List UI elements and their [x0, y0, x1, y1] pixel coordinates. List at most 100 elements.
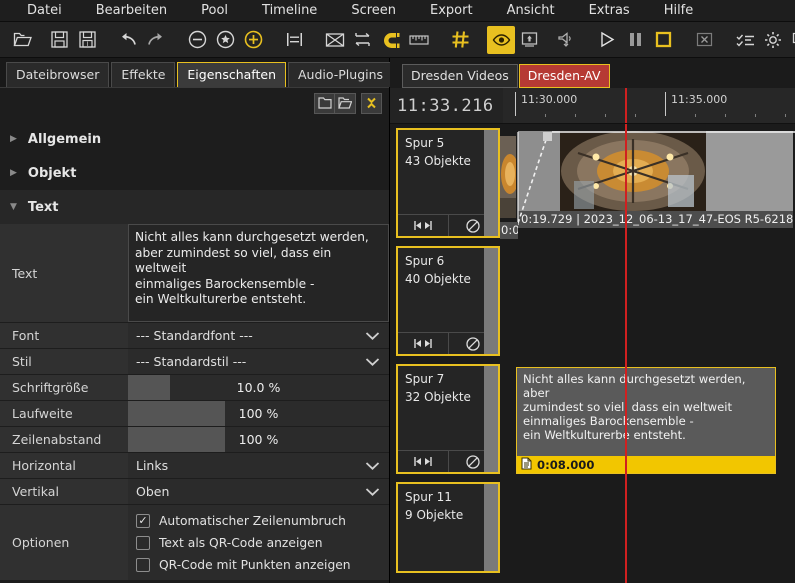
comment-icon[interactable]: [787, 26, 795, 54]
track-header-spur-5[interactable]: Spur 5 43 Objekte: [396, 128, 500, 238]
clip-thumbnail-partial: [500, 136, 516, 218]
swap-icon[interactable]: [349, 26, 377, 54]
ruler-tick-label: 11:35.000: [671, 93, 728, 106]
track-content-spur-6[interactable]: [500, 246, 795, 360]
playhead[interactable]: [625, 124, 627, 583]
option-automatischer-zeilenumbruch[interactable]: ✓ Automatischer Zeilenumbruch: [136, 513, 389, 528]
grid-icon[interactable]: [446, 26, 474, 54]
menu-item-export[interactable]: Export: [413, 0, 490, 22]
checkbox[interactable]: [136, 557, 150, 572]
track-object-count: 32 Objekte: [405, 390, 471, 404]
track-header-spur-6[interactable]: Spur 6 40 Objekte: [396, 246, 500, 356]
video-clip[interactable]: 0:19.729 | 2023_12_06-13_17_47-EOS R5-62…: [518, 131, 793, 228]
font-select[interactable]: --- Standardfont ---: [128, 323, 389, 348]
menu-item-hilfe[interactable]: Hilfe: [647, 0, 711, 22]
menu-item-bearbeiten[interactable]: Bearbeiten: [79, 0, 184, 22]
track-content-spur-11[interactable]: [500, 482, 795, 573]
track-content-spur-5[interactable]: 0:19.729 | 2023_12_06-13_17_47-EOS R5-62…: [500, 128, 795, 242]
menu-item-screen[interactable]: Screen: [334, 0, 413, 22]
zoom-fit-icon[interactable]: [211, 26, 239, 54]
horizontal-select[interactable]: Links: [128, 453, 389, 478]
option-text-als-qr-code[interactable]: Text als QR-Code anzeigen: [136, 535, 389, 550]
track-content-spur-7[interactable]: Nicht alles kann durchgesetzt werden, ab…: [500, 364, 795, 478]
property-label-stil: Stil: [0, 349, 128, 374]
track-header-spur-7[interactable]: Spur 7 32 Objekte: [396, 364, 500, 474]
property-label-font: Font: [0, 323, 128, 348]
menu-item-timeline[interactable]: Timeline: [245, 0, 334, 22]
property-row-text: Text Nicht alles kann durchgesetzt werde…: [0, 224, 389, 323]
save-icon[interactable]: [45, 26, 73, 54]
playhead-ruler[interactable]: [625, 88, 627, 123]
checkbox[interactable]: [136, 535, 150, 550]
eye-icon[interactable]: [487, 25, 515, 54]
menu-item-pool[interactable]: Pool: [184, 0, 245, 22]
crossfade-icon[interactable]: [321, 26, 349, 54]
property-row-laufweite: Laufweite 100 %: [0, 401, 389, 427]
pause-icon[interactable]: [621, 26, 649, 54]
ruler-minor-tick: [605, 114, 606, 117]
option-qr-code-mit-punkten[interactable]: QR-Code mit Punkten anzeigen: [136, 557, 389, 572]
track-fit-icon[interactable]: [398, 215, 448, 236]
section-text[interactable]: ▼ Text: [0, 190, 389, 224]
track-scrollbar[interactable]: [484, 130, 498, 236]
magnet-icon[interactable]: [377, 26, 405, 54]
document-icon: [521, 457, 532, 473]
checklist-icon[interactable]: [731, 26, 759, 54]
save-as-icon[interactable]: I: [73, 26, 101, 54]
stop-icon[interactable]: [649, 26, 677, 54]
track-header-spur-11[interactable]: Spur 11 9 Objekte: [396, 482, 500, 573]
open-folder-icon[interactable]: [8, 26, 36, 54]
property-row-optionen: Optionen ✓ Automatischer Zeilenumbruch T…: [0, 505, 389, 581]
ruler-ticks[interactable]: 11:30.000 11:35.000: [503, 88, 795, 123]
track-fit-icon[interactable]: [398, 333, 448, 354]
play-icon[interactable]: [593, 26, 621, 54]
section-label-allgemein: Allgemein: [27, 131, 102, 147]
tab-effekte[interactable]: Effekte: [111, 62, 176, 87]
horizontal-select-value: Links: [136, 458, 169, 473]
timeline-tracks: Spur 5 43 Objekte 0:19.729 | 2023_12_06-…: [390, 124, 795, 583]
zeilenabstand-value: 100 %: [238, 432, 279, 447]
vertikal-select[interactable]: Oben: [128, 479, 389, 504]
zoom-out-icon[interactable]: [183, 26, 211, 54]
option-label: Automatischer Zeilenumbruch: [159, 513, 346, 528]
section-objekt[interactable]: ▶ Objekt: [0, 156, 389, 190]
zoom-in-icon[interactable]: [239, 26, 267, 54]
open-folder-small-icon[interactable]: [335, 92, 356, 114]
text-clip[interactable]: Nicht alles kann durchgesetzt werden, ab…: [516, 367, 776, 474]
zeilenabstand-slider[interactable]: 100 %: [128, 427, 389, 452]
collapse-all-icon[interactable]: [361, 92, 382, 114]
svg-text:I: I: [86, 41, 88, 48]
track-fit-icon[interactable]: [398, 451, 448, 472]
track-scrollbar[interactable]: [484, 366, 498, 472]
monitor-icon[interactable]: [515, 26, 543, 54]
redo-icon[interactable]: [142, 26, 170, 54]
range-icon[interactable]: [280, 26, 308, 54]
checkbox[interactable]: ✓: [136, 513, 150, 528]
tab-dresden-videos[interactable]: Dresden Videos: [402, 64, 518, 88]
section-allgemein[interactable]: ▶ Allgemein: [0, 122, 389, 156]
tab-dresden-av[interactable]: Dresden-AV: [518, 64, 610, 88]
track-scrollbar[interactable]: [484, 248, 498, 354]
menu-item-ansicht[interactable]: Ansicht: [490, 0, 572, 22]
schriftgroesse-value: 10.0 %: [236, 380, 281, 395]
new-folder-icon[interactable]: [314, 92, 335, 114]
property-label-text: Text: [0, 224, 128, 322]
stil-select[interactable]: --- Standardstil ---: [128, 349, 389, 374]
undo-icon[interactable]: [114, 26, 142, 54]
tab-dateibrowser[interactable]: Dateibrowser: [6, 62, 110, 87]
ruler-icon[interactable]: [405, 26, 433, 54]
menu-item-extras[interactable]: Extras: [572, 0, 647, 22]
schriftgroesse-slider[interactable]: 10.0 %: [128, 375, 389, 400]
tab-audio-plugins[interactable]: Audio-Plugins: [288, 62, 394, 87]
text-input[interactable]: Nicht alles kann durchgesetzt werden, ab…: [128, 224, 389, 322]
menu-item-datei[interactable]: Datei: [10, 0, 79, 22]
track-scrollbar[interactable]: [484, 484, 498, 571]
chevron-right-icon: ▶: [10, 168, 17, 178]
close-icon[interactable]: [690, 26, 718, 54]
track-name: Spur 11: [405, 490, 452, 504]
tab-eigenschaften[interactable]: Eigenschaften: [177, 62, 286, 87]
speaker-icon[interactable]: [552, 26, 580, 54]
laufweite-slider[interactable]: 100 %: [128, 401, 389, 426]
track-row: Spur 5 43 Objekte 0:19.729 | 2023_12_06-…: [390, 124, 795, 242]
gear-icon[interactable]: [759, 26, 787, 54]
